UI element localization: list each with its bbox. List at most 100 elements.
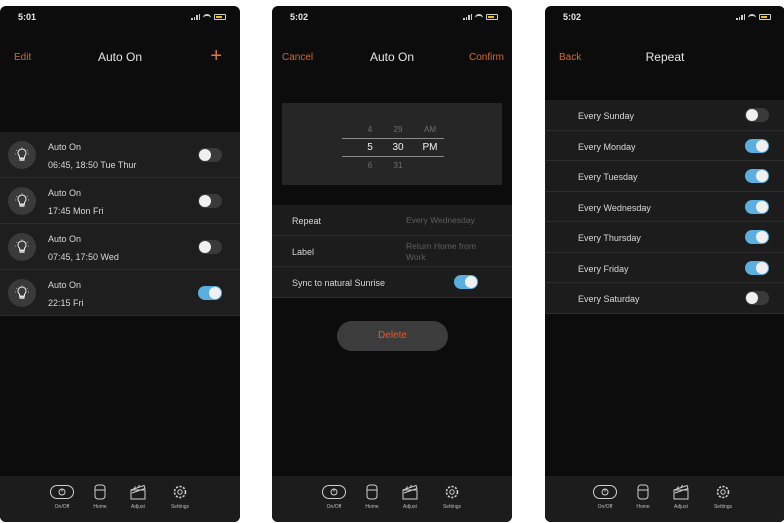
bulb-icon: [8, 187, 36, 215]
status-time: 5:01: [18, 12, 37, 22]
day-row-saturday[interactable]: Every Saturday: [545, 283, 784, 314]
confirm-button[interactable]: Confirm: [469, 52, 504, 63]
home-device-icon: [354, 482, 390, 502]
tab-label: On/Off: [54, 504, 70, 510]
tab-label: Home: [365, 504, 379, 510]
battery-icon: [759, 14, 771, 20]
page-title: Repeat: [645, 50, 685, 64]
page-title: Auto On: [97, 50, 143, 64]
tab-adjust[interactable]: Adjust: [120, 482, 156, 510]
day-toggle[interactable]: [745, 169, 769, 183]
screen-auto-on-edit: 5:02 Cancel Auto On Confirm 4 5 6 29 30 …: [272, 6, 512, 522]
period-option: AM: [424, 125, 436, 134]
tab-home[interactable]: Home: [82, 482, 118, 510]
plus-icon[interactable]: +: [210, 46, 222, 66]
power-icon: [587, 482, 623, 502]
tab-label: On/Off: [326, 504, 342, 510]
tab-bar: On/Off Home Adjust Settings: [0, 476, 240, 522]
tab-home[interactable]: Home: [354, 482, 390, 510]
day-label: Every Friday: [578, 263, 629, 274]
schedule-toggle[interactable]: [198, 194, 222, 208]
tab-on-off[interactable]: On/Off: [587, 482, 623, 510]
schedule-row[interactable]: Auto On 07:45, 17:50 Wed: [0, 224, 240, 270]
tab-home[interactable]: Home: [625, 482, 661, 510]
nav-bar: Cancel Auto On Confirm: [272, 48, 512, 68]
tab-adjust[interactable]: Adjust: [392, 482, 428, 510]
period-selected: PM: [422, 142, 438, 153]
tab-label: Settings: [713, 504, 733, 510]
day-toggle[interactable]: [745, 291, 769, 305]
day-toggle[interactable]: [745, 138, 769, 153]
tab-bar: On/Off Home Adjust Settings: [272, 476, 512, 522]
schedule-time: 17:45 Mon Fri: [48, 206, 104, 216]
clapperboard-icon: [392, 482, 428, 502]
status-time: 5:02: [563, 12, 582, 22]
gear-icon: [162, 482, 198, 502]
repeat-label: Repeat: [292, 216, 322, 226]
tab-label: Adjust: [403, 504, 417, 510]
tab-label: Settings: [170, 504, 190, 510]
tab-label: On/Off: [597, 504, 613, 510]
day-row-wednesday[interactable]: Every Wednesday: [545, 191, 784, 222]
minute-option: 31: [393, 161, 403, 170]
repeat-row[interactable]: Repeat Every Wednesday: [272, 205, 512, 236]
power-icon: [44, 482, 80, 502]
day-label: Every Wednesday: [578, 202, 651, 213]
schedule-name: Auto On: [48, 142, 82, 152]
schedule-row[interactable]: Auto On 22:15 Fri: [0, 270, 240, 316]
tab-bar: On/Off Home Adjust Settings: [545, 476, 784, 522]
day-row-thursday[interactable]: Every Thursday: [545, 222, 784, 253]
day-label: Every Monday: [578, 141, 636, 152]
day-label: Every Saturday: [578, 294, 640, 304]
home-device-icon: [625, 482, 661, 502]
tab-label: Home: [93, 504, 107, 510]
day-toggle[interactable]: [745, 199, 769, 214]
day-toggle[interactable]: [745, 260, 769, 275]
schedule-form: Repeat Every Wednesday Label Return Home…: [272, 205, 512, 298]
schedule-row[interactable]: Auto On 17:45 Mon Fri: [0, 178, 240, 224]
tab-settings[interactable]: Settings: [162, 482, 198, 510]
nav-bar: Back Repeat: [545, 48, 784, 68]
repeat-value: Every Wednesday: [406, 215, 475, 225]
schedule-time: 22:15 Fri: [48, 298, 84, 308]
screen-auto-on-list: 5:01 Edit Auto On + Auto On 06:45, 18:50…: [0, 6, 240, 522]
day-toggle[interactable]: [745, 230, 769, 244]
label-row[interactable]: Label Return Home from Work: [272, 236, 512, 267]
wifi-icon: [203, 14, 211, 20]
tab-on-off[interactable]: On/Off: [316, 482, 352, 510]
battery-icon: [486, 14, 498, 20]
label-value[interactable]: Return Home from Work: [406, 241, 492, 263]
period-wheel[interactable]: AM PM: [410, 121, 450, 157]
signal-icon: [191, 14, 200, 20]
day-row-friday[interactable]: Every Friday: [545, 252, 784, 283]
tab-settings[interactable]: Settings: [434, 482, 470, 510]
schedule-list: Auto On 06:45, 18:50 Tue Thur Auto On 17…: [0, 132, 240, 316]
schedule-name: Auto On: [48, 280, 82, 290]
schedule-toggle[interactable]: [198, 286, 222, 300]
status-time: 5:02: [290, 12, 309, 22]
bulb-icon: [8, 233, 36, 261]
time-picker[interactable]: 4 5 6 29 30 31 AM PM: [282, 103, 502, 185]
delete-button[interactable]: Delete: [337, 321, 448, 351]
day-row-tuesday[interactable]: Every Tuesday: [545, 161, 784, 192]
schedule-toggle[interactable]: [198, 240, 222, 254]
day-row-monday[interactable]: Every Monday: [545, 130, 784, 161]
power-icon: [316, 482, 352, 502]
day-toggle[interactable]: [745, 108, 769, 122]
sunrise-row: Sync to natural Sunrise: [272, 267, 512, 298]
day-row-sunday[interactable]: Every Sunday: [545, 100, 784, 131]
label-label: Label: [292, 247, 315, 257]
schedule-time: 07:45, 17:50 Wed: [48, 252, 119, 262]
bulb-icon: [8, 141, 36, 169]
clapperboard-icon: [120, 482, 156, 502]
wifi-icon: [748, 14, 756, 20]
sunrise-toggle[interactable]: [454, 275, 478, 289]
tab-adjust[interactable]: Adjust: [663, 482, 699, 510]
schedule-toggle[interactable]: [198, 148, 222, 162]
schedule-name: Auto On: [48, 234, 82, 244]
sunrise-label: Sync to natural Sunrise: [292, 278, 386, 288]
status-bar: 5:01: [18, 12, 226, 26]
tab-on-off[interactable]: On/Off: [44, 482, 80, 510]
tab-settings[interactable]: Settings: [705, 482, 741, 510]
schedule-row[interactable]: Auto On 06:45, 18:50 Tue Thur: [0, 132, 240, 178]
